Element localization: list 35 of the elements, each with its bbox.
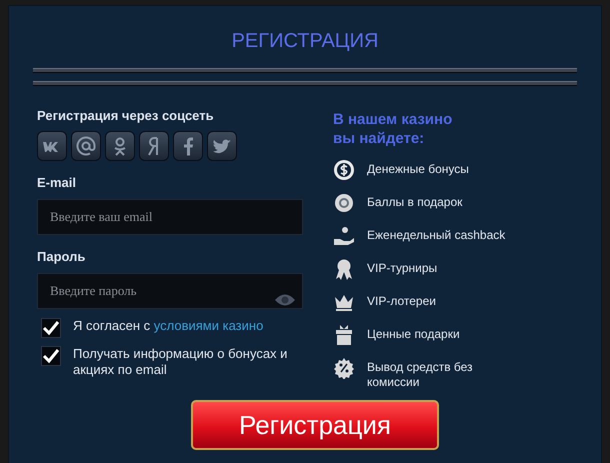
bird-button[interactable] <box>207 131 237 161</box>
f-button[interactable] <box>173 131 203 161</box>
password-field[interactable]: Введите пароль <box>37 273 303 309</box>
feature-text: VIP-турниры <box>367 260 438 276</box>
f-icon <box>182 136 194 156</box>
checkbox[interactable] <box>41 318 61 338</box>
terms-link[interactable]: условиями казино <box>154 318 264 333</box>
checkbox-label: Получать информацию о бонусах и акциях по email <box>73 346 288 378</box>
checkbox[interactable] <box>41 346 61 366</box>
chip-icon <box>333 192 355 214</box>
mail-button[interactable] <box>71 131 101 161</box>
feature-text: Денежные бонусы <box>367 161 470 177</box>
email-label: E-mail <box>37 175 78 190</box>
social-label: Регистрация через соцсеть <box>37 108 215 123</box>
dollar-coin-icon <box>333 159 355 181</box>
email-field[interactable]: Введите ваш email <box>37 199 303 235</box>
checkbox-label: Я согласен с условиями казино <box>73 318 264 334</box>
form-title: РЕГИСТРАЦИЯ <box>230 30 380 54</box>
letter-button[interactable] <box>139 131 169 161</box>
feature-text: Баллы в подарок <box>367 194 464 210</box>
feature-text: Вывод средств без комиссии <box>367 359 474 390</box>
features-heading: В нашем казино вы найдете: <box>333 110 454 148</box>
gift-icon <box>333 324 355 346</box>
register-button[interactable]: Регистрация <box>191 400 439 450</box>
password-label: Пароль <box>37 249 86 264</box>
medal-icon <box>333 258 355 280</box>
eye-icon[interactable] <box>275 293 295 307</box>
feature-text: VIP-лотереи <box>367 293 437 309</box>
percent-gear-icon <box>333 357 355 379</box>
person-button[interactable] <box>105 131 135 161</box>
feature-text: Ценные подарки <box>367 326 461 342</box>
vk-button[interactable] <box>37 131 67 161</box>
hand-coin-icon <box>333 225 355 247</box>
mail-icon <box>75 135 97 157</box>
feature-text: Еженедельный cashback <box>367 227 506 243</box>
